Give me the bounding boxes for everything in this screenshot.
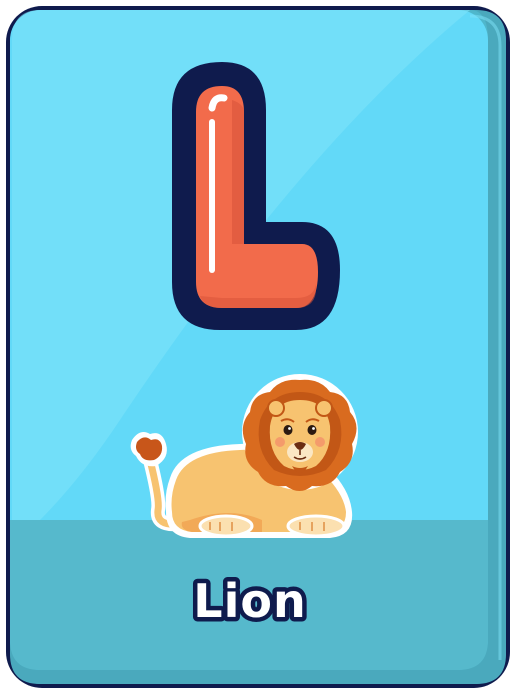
letter-label: L — [0, 0, 1, 1]
flashcard: L Lion — [0, 0, 516, 698]
word-label: Lion — [193, 574, 306, 628]
